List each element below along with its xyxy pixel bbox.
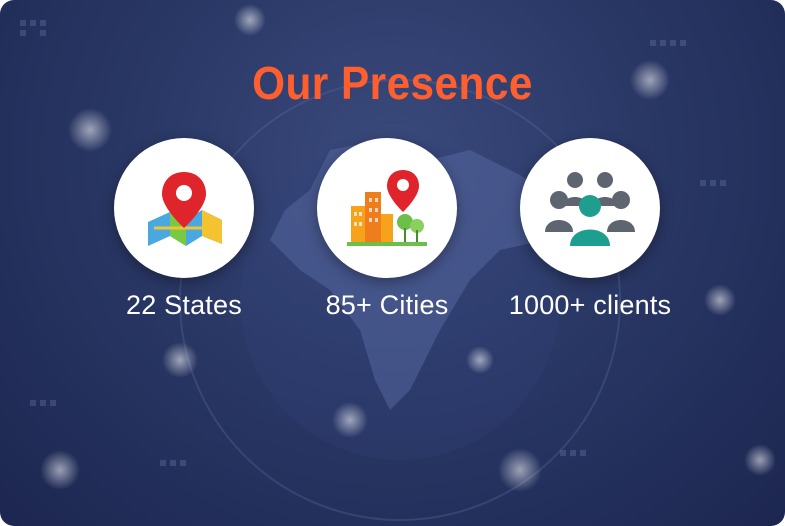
presence-item-states: 22 States: [84, 138, 284, 321]
clients-icon-circle: [520, 138, 660, 278]
people-group-icon: [545, 172, 635, 246]
city-pin-icon: [347, 170, 427, 246]
page-title: Our Presence: [252, 57, 533, 109]
presence-item-cities: 85+ Cities: [287, 138, 487, 321]
cities-icon-circle: [317, 138, 457, 278]
states-icon-circle: [114, 138, 254, 278]
cities-label: 85+ Cities: [325, 290, 449, 320]
clients-label: 1000+ clients: [508, 290, 672, 320]
map-pin-icon: [148, 172, 222, 246]
presence-item-clients: 1000+ clients: [490, 138, 690, 321]
presence-card: Our Presence 22 States 85+ Cities 1000+ …: [0, 0, 785, 526]
states-label: 22 States: [126, 290, 242, 320]
